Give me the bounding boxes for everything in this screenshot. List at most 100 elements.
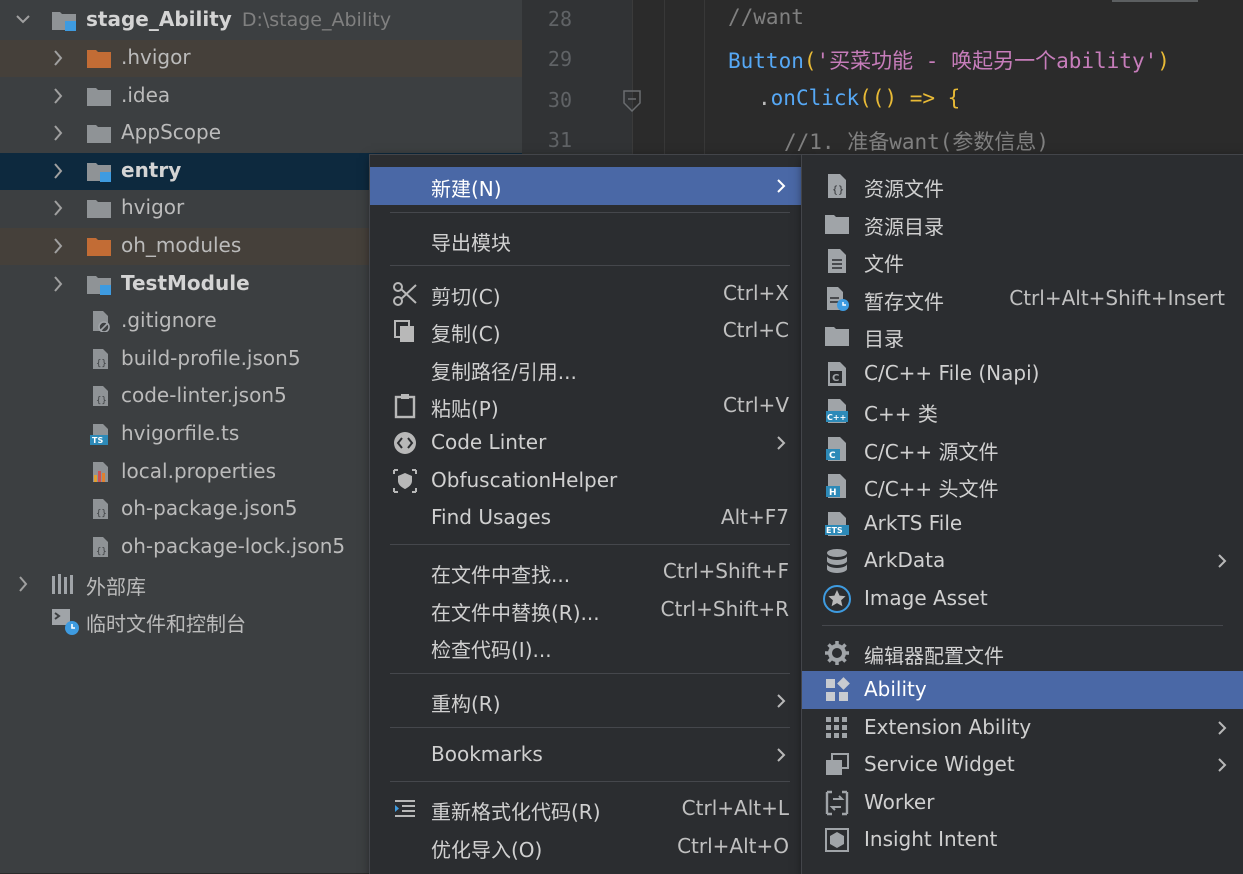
menu-item-ability[interactable]: Ability	[802, 671, 1243, 709]
chevron-right-icon[interactable]	[16, 574, 30, 594]
menu-separator	[390, 212, 790, 213]
menu-item-copy-path[interactable]: 复制路径/引用...	[370, 350, 802, 388]
cpp-class-icon: C++	[826, 399, 848, 423]
tree-item-label: oh-package-lock.json5	[121, 534, 346, 558]
ts-file-icon: TS	[90, 424, 108, 445]
menu-item-cut[interactable]: 剪切(C) Ctrl+X	[370, 275, 802, 313]
folder-icon	[87, 125, 111, 143]
menu-item-insight-intent[interactable]: Insight Intent	[802, 821, 1243, 859]
menu-item-paste[interactable]: 粘贴(P) Ctrl+V	[370, 387, 802, 425]
tree-root[interactable]: stage_Ability D:\stage_Ability	[0, 2, 522, 39]
menu-item-service-widget[interactable]: Service Widget	[802, 746, 1243, 784]
menu-item-reformat-code[interactable]: 重新格式化代码(R) Ctrl+Alt+L	[370, 790, 802, 828]
gear-icon	[825, 641, 849, 665]
menu-item-export-module[interactable]: 导出模块	[370, 221, 802, 259]
menu-item-file[interactable]: 文件	[802, 242, 1243, 280]
menu-separator	[390, 727, 790, 728]
json5-file-icon: {}	[93, 349, 108, 369]
external-libraries-label: 外部库	[86, 575, 146, 599]
code-line-31: //1. 准备want(参数信息)	[784, 130, 1050, 154]
chevron-down-icon[interactable]	[16, 10, 30, 30]
menu-item-napi-file[interactable]: C C/C++ File (Napi)	[802, 355, 1243, 393]
menu-item-directory[interactable]: 目录	[802, 317, 1243, 355]
scratches-console-icon	[52, 609, 79, 635]
submenu-arrow-icon	[1218, 554, 1227, 568]
module-folder-icon	[52, 12, 76, 31]
menu-item-cpp-class[interactable]: C++ C++ 类	[802, 392, 1243, 430]
tree-item[interactable]: AppScope	[0, 115, 522, 152]
menu-item-new[interactable]: 新建(N)	[370, 167, 802, 205]
menu-item-cpp-header[interactable]: H C/C++ 头文件	[802, 467, 1243, 505]
menu-item-find-usages[interactable]: Find Usages Alt+F7	[370, 499, 802, 537]
image-asset-icon	[823, 585, 851, 613]
menu-item-copy[interactable]: 复制(C) Ctrl+C	[370, 312, 802, 350]
arkts-file-icon: ETS	[825, 512, 849, 536]
chevron-right-icon[interactable]	[51, 48, 65, 68]
folder-icon	[87, 200, 111, 218]
tree-item-label: TestModule	[121, 271, 250, 295]
module-folder-icon	[87, 276, 111, 295]
tree-item-label: AppScope	[121, 120, 221, 144]
paste-clipboard-icon	[394, 394, 416, 419]
ignore-file-icon	[93, 311, 110, 332]
menu-item-arkts-file[interactable]: ETS ArkTS File	[802, 505, 1243, 543]
menu-item-refactor[interactable]: 重构(R)	[370, 682, 802, 720]
context-menu: 新建(N) 导出模块 剪切(C) Ctrl+X 复制(C) Ctrl+C 复制路…	[369, 154, 803, 874]
menu-separator	[822, 625, 1223, 626]
json5-file-icon: {}	[93, 537, 108, 557]
menu-item-optimize-imports[interactable]: 优化导入(O) Ctrl+Alt+O	[370, 828, 802, 866]
folder-icon	[87, 88, 111, 106]
menu-item-code-linter[interactable]: Code Linter	[370, 424, 802, 462]
chevron-right-icon[interactable]	[51, 123, 65, 143]
menu-item-image-asset[interactable]: Image Asset	[802, 580, 1243, 618]
chevron-right-icon[interactable]	[51, 161, 65, 181]
menu-item-replace-in-files[interactable]: 在文件中替换(R)... Ctrl+Shift+R	[370, 591, 802, 629]
chevron-right-icon[interactable]	[51, 274, 65, 294]
menu-item-obfuscation-helper[interactable]: ObfuscationHelper	[370, 462, 802, 500]
menu-item-find-in-files[interactable]: 在文件中查找... Ctrl+Shift+F	[370, 553, 802, 591]
code-linter-icon	[394, 432, 416, 454]
tree-item-label: code-linter.json5	[121, 383, 287, 407]
line-number: 29	[547, 47, 572, 71]
horizontal-scrollbar[interactable]	[1112, 0, 1198, 2]
fold-marker-icon[interactable]	[622, 90, 642, 112]
scissors-icon	[393, 282, 417, 306]
chevron-right-icon[interactable]	[51, 86, 65, 106]
tree-item-label: build-profile.json5	[121, 346, 301, 370]
folder-orange-icon	[87, 238, 111, 256]
line-number: 28	[547, 7, 572, 31]
folder-icon	[825, 215, 849, 234]
svg-text:TS: TS	[92, 436, 103, 445]
chevron-right-icon[interactable]	[51, 236, 65, 256]
line-number: 31	[547, 128, 572, 152]
properties-file-icon	[93, 462, 108, 482]
code-line-29: Button('买菜功能 - 唤起另一个ability')	[728, 49, 1170, 73]
tree-item-label: .idea	[121, 83, 171, 107]
chevron-right-icon[interactable]	[51, 198, 65, 218]
extension-grid-icon	[826, 717, 847, 738]
menu-item-bookmarks[interactable]: Bookmarks	[370, 736, 802, 774]
line-number: 30	[547, 88, 572, 112]
submenu-arrow-icon	[777, 748, 786, 762]
scratch-file-icon	[827, 287, 849, 311]
menu-item-resource-directory[interactable]: 资源目录	[802, 205, 1243, 243]
menu-item-resource-file[interactable]: {} 资源文件	[802, 167, 1243, 205]
submenu-arrow-icon	[777, 179, 786, 193]
menu-item-cpp-source[interactable]: C C/C++ 源文件	[802, 430, 1243, 468]
tree-item-label: oh_modules	[121, 233, 242, 257]
submenu-arrow-icon	[1218, 721, 1227, 735]
c-header-icon: H	[826, 474, 846, 498]
menu-separator	[390, 544, 790, 545]
svg-text:ETS: ETS	[826, 526, 843, 535]
menu-item-extension-ability[interactable]: Extension Ability	[802, 709, 1243, 747]
tree-item[interactable]: .idea	[0, 78, 522, 115]
menu-item-arkdata[interactable]: ArkData	[802, 542, 1243, 580]
menu-item-worker[interactable]: Worker	[802, 784, 1243, 822]
tree-item[interactable]: .hvigor	[0, 40, 522, 77]
menu-item-editor-config[interactable]: 编辑器配置文件	[802, 634, 1243, 672]
menu-item-inspect-code[interactable]: 检查代码(I)...	[370, 628, 802, 666]
svg-text:{}: {}	[832, 185, 844, 196]
module-folder-icon	[87, 163, 111, 182]
ability-grid-icon	[826, 677, 850, 701]
menu-item-scratch-file[interactable]: 暂存文件 Ctrl+Alt+Shift+Insert	[802, 280, 1243, 318]
